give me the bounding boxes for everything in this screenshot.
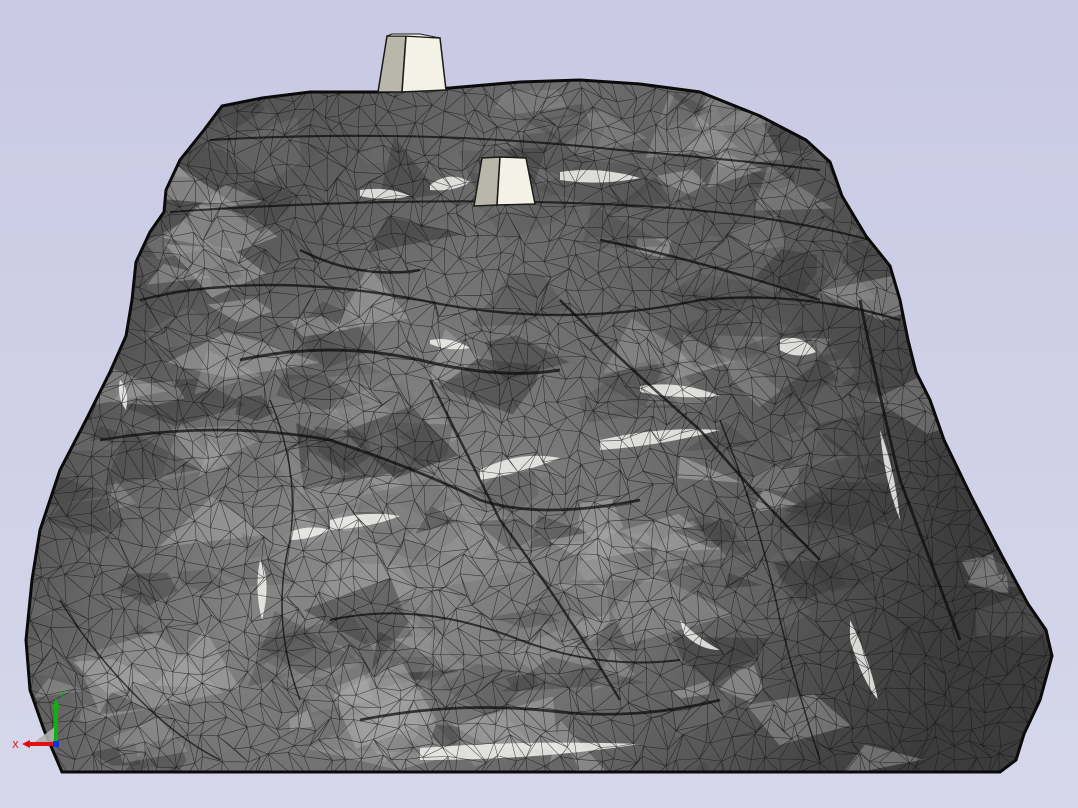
rock-facet: [834, 91, 940, 146]
rock-facet: [910, 265, 940, 288]
axis-triad: X Y: [12, 690, 66, 751]
rock-facet: [951, 428, 1052, 481]
top-block-2[interactable]: [473, 156, 536, 207]
rock-facet: [993, 317, 1047, 355]
rock-facet: [137, 80, 202, 114]
rock-model-canvas[interactable]: [0, 0, 1078, 808]
rock-facet: [972, 403, 1052, 459]
rock-facet: [972, 449, 1010, 482]
rock-facet: [79, 240, 137, 280]
rock-facet: [26, 275, 103, 334]
rock-facet: [983, 254, 1036, 292]
rock-facet: [1003, 189, 1052, 235]
rock-facet: [1024, 512, 1052, 569]
y-axis-label: Y: [58, 690, 66, 701]
rock-facet: [868, 80, 990, 130]
block-front-face: [401, 35, 447, 93]
rock-facet: [930, 146, 1052, 224]
top-block-1[interactable]: [377, 33, 447, 93]
rock-facet: [915, 240, 1002, 283]
z-axis-dot: [53, 741, 59, 747]
x-axis-label: X: [12, 740, 19, 751]
rock-facet: [1021, 201, 1052, 246]
rock-facet: [894, 219, 962, 247]
x-axis-arrow-icon: [22, 740, 30, 748]
rock-facet: [981, 371, 1042, 414]
rock-facet: [1018, 465, 1052, 494]
rock-facet: [78, 80, 126, 99]
rock-facet: [833, 80, 912, 112]
3d-viewport[interactable]: X Y: [0, 0, 1078, 808]
rock-facet: [971, 200, 1052, 239]
rock-facet: [43, 366, 76, 386]
rock-facet: [920, 104, 999, 135]
rock-facet: [47, 203, 117, 238]
rock-facet: [887, 100, 998, 123]
rock-facet: [915, 145, 1034, 221]
rock-facet: [971, 452, 1046, 499]
block-side-face: [377, 35, 407, 93]
rock-facet: [26, 223, 103, 303]
